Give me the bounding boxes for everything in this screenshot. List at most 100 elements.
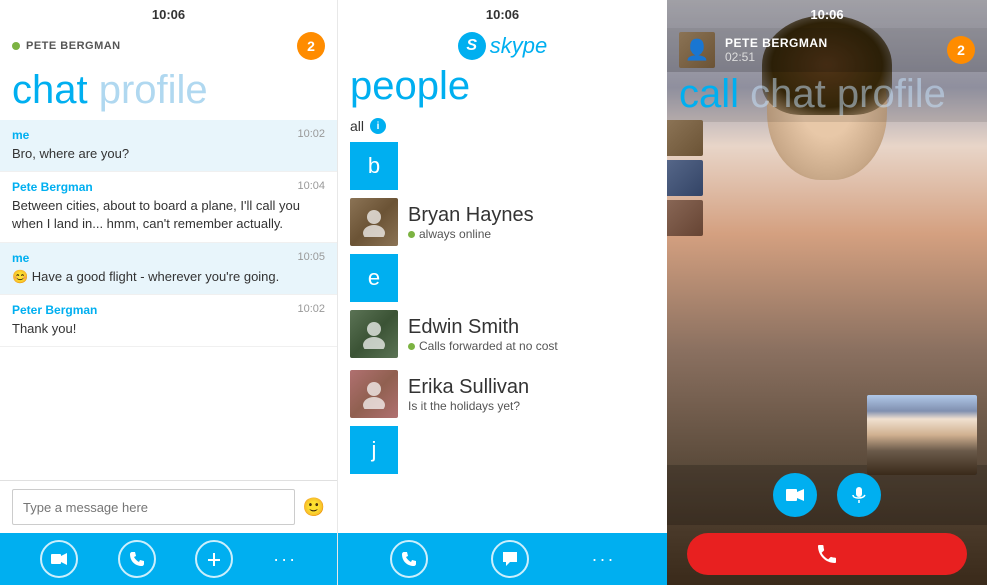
message-sender: me <box>12 128 29 142</box>
message-sender: Pete Bergman <box>12 180 93 194</box>
contact-status-bryan: always online <box>408 227 655 241</box>
message-time: 10:04 <box>297 180 325 194</box>
call-status-bar: 10:06 <box>667 0 987 28</box>
message-text: Thank you! <box>12 320 325 338</box>
people-app-header: S skype <box>338 28 667 64</box>
people-filter-bar[interactable]: all i <box>338 114 667 140</box>
call-status-time: 10:06 <box>810 7 843 22</box>
avatar-placeholder-edwin <box>350 310 398 358</box>
emoji-icon[interactable]: 🙂 <box>303 497 325 518</box>
chat-status-bar: 10:06 <box>0 0 337 28</box>
call-title-bar: call chat profile <box>667 72 987 122</box>
message-meta: me 10:05 <box>12 251 325 265</box>
call-side-thumbnails <box>667 120 703 236</box>
contact-info-edwin: Edwin Smith Calls forwarded at no cost <box>408 315 655 353</box>
people-chat-button[interactable] <box>491 540 529 578</box>
chat-header-left: PETE BERGMAN <box>12 40 121 52</box>
call-contact-info: PETE BERGMAN 02:51 <box>725 36 937 64</box>
letter-header-j: j <box>350 426 398 474</box>
message-text: Between cities, about to board a plane, … <box>12 197 325 233</box>
chat-messages-list: me 10:02 Bro, where are you? Pete Bergma… <box>0 120 337 480</box>
call-page-title: call chat profile <box>679 74 975 114</box>
call-top-bar: PETE BERGMAN 02:51 2 <box>667 28 987 72</box>
contact-avatar-edwin <box>350 310 398 358</box>
chat-contact-name: PETE BERGMAN <box>26 40 121 52</box>
avatar-placeholder-erika <box>350 370 398 418</box>
chat-page-title: chat profile <box>12 70 325 110</box>
contact-info-bryan: Bryan Haynes always online <box>408 203 655 241</box>
call-contact-avatar <box>679 32 715 68</box>
message-sender: Peter Bergman <box>12 303 97 317</box>
call-title-word2: chat <box>750 72 826 116</box>
message-time: 10:02 <box>297 303 325 317</box>
message-text: 😊 Have a good flight - wherever you're g… <box>12 268 325 286</box>
call-video-button[interactable] <box>773 473 817 517</box>
message-item: Peter Bergman 10:02 Thank you! <box>0 295 337 347</box>
status-dot-edwin <box>408 343 415 350</box>
online-status-dot <box>12 42 20 50</box>
message-item: Pete Bergman 10:04 Between cities, about… <box>0 172 337 242</box>
end-call-button[interactable] <box>687 533 967 575</box>
chat-header: PETE BERGMAN 2 <box>0 28 337 68</box>
call-notification-badge: 2 <box>947 36 975 64</box>
chat-title-word1: chat <box>12 68 88 112</box>
people-panel: 10:06 S skype people all i b Bryan Hayne… <box>337 0 667 585</box>
message-input[interactable] <box>12 489 295 525</box>
call-title-word1: call <box>679 72 739 116</box>
call-contact-name: PETE BERGMAN <box>725 36 937 50</box>
people-phone-button[interactable] <box>390 540 428 578</box>
add-button[interactable] <box>195 540 233 578</box>
call-end-bar <box>667 525 987 585</box>
contact-list: b Bryan Haynes always online e <box>338 140 667 533</box>
people-status-time: 10:06 <box>486 7 519 22</box>
call-title-word3: profile <box>837 72 946 116</box>
contact-avatar-erika <box>350 370 398 418</box>
people-page-title: people <box>350 66 655 106</box>
message-meta: Peter Bergman 10:02 <box>12 303 325 317</box>
side-thumb-2 <box>667 160 703 196</box>
chat-status-time: 10:06 <box>152 7 185 22</box>
self-video-person <box>867 395 977 475</box>
contact-name-edwin: Edwin Smith <box>408 315 655 339</box>
side-thumb-3 <box>667 200 703 236</box>
chat-input-area: 🙂 <box>0 480 337 533</box>
skype-app-icon: S <box>458 32 486 60</box>
call-panel: 10:06 PETE BERGMAN 02:51 2 call chat pro… <box>667 0 987 585</box>
call-overlay: 10:06 PETE BERGMAN 02:51 2 call chat pro… <box>667 0 987 585</box>
video-call-button[interactable] <box>40 540 78 578</box>
message-item: me 10:05 😊 Have a good flight - wherever… <box>0 243 337 295</box>
contact-info-erika: Erika Sullivan Is it the holidays yet? <box>408 375 655 413</box>
message-sender: me <box>12 251 29 265</box>
message-time: 10:02 <box>297 128 325 142</box>
message-time: 10:05 <box>297 251 325 265</box>
notification-badge: 2 <box>297 32 325 60</box>
side-thumb-1 <box>667 120 703 156</box>
contact-item-erika[interactable]: Erika Sullivan Is it the holidays yet? <box>338 364 667 424</box>
skype-logo: S skype <box>458 32 547 60</box>
more-options-button[interactable]: ··· <box>273 549 297 570</box>
filter-label: all <box>350 118 364 134</box>
message-item: me 10:02 Bro, where are you? <box>0 120 337 172</box>
avatar-placeholder-bryan <box>350 198 398 246</box>
contact-name-bryan: Bryan Haynes <box>408 203 655 227</box>
letter-header-b: b <box>350 142 398 190</box>
contact-status-erika: Is it the holidays yet? <box>408 399 655 413</box>
chat-bottom-toolbar: ··· <box>0 533 337 585</box>
contact-item-edwin[interactable]: Edwin Smith Calls forwarded at no cost <box>338 304 667 364</box>
call-mute-button[interactable] <box>837 473 881 517</box>
self-video-inner <box>867 395 977 475</box>
skype-wordmark: skype <box>490 33 547 59</box>
filter-info-icon[interactable]: i <box>370 118 386 134</box>
people-more-options-button[interactable]: ··· <box>592 549 616 570</box>
chat-title-bar: chat profile <box>0 68 337 120</box>
contact-status-edwin: Calls forwarded at no cost <box>408 339 655 353</box>
letter-header-e: e <box>350 254 398 302</box>
call-duration: 02:51 <box>725 50 937 64</box>
chat-panel: 10:06 PETE BERGMAN 2 chat profile me 10:… <box>0 0 337 585</box>
contact-item-bryan[interactable]: Bryan Haynes always online <box>338 192 667 252</box>
people-title-bar: people <box>338 64 667 114</box>
message-text: Bro, where are you? <box>12 145 325 163</box>
self-video-thumbnail <box>867 395 977 475</box>
voice-call-button[interactable] <box>118 540 156 578</box>
people-bottom-toolbar: ··· <box>338 533 667 585</box>
